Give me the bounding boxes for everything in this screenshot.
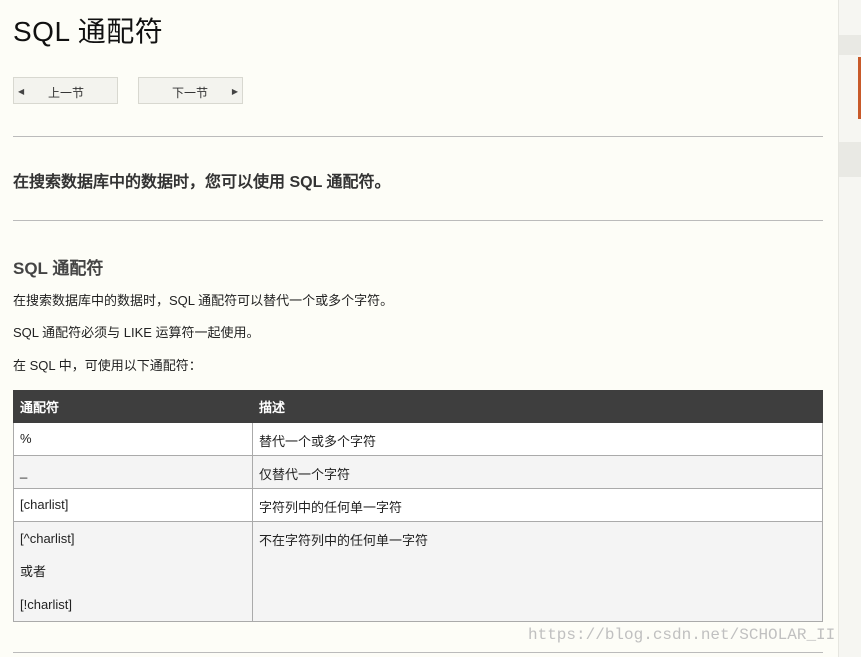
left-triangle-icon: ◀ [18, 87, 25, 96]
paragraph: SQL 通配符必须与 LIKE 运算符一起使用。 [13, 325, 260, 340]
table-row: % 替代一个或多个字符 [13, 422, 823, 456]
divider [13, 220, 823, 221]
column-header-wildcard: 通配符 [13, 390, 253, 423]
table-row: [charlist] 字符列中的任何单一字符 [13, 488, 823, 522]
wildcard-line: 或者 [20, 564, 47, 579]
wildcard-table: 通配符 描述 % 替代一个或多个字符 _ 仅替代一个字符 [charlist] … [13, 390, 823, 622]
intro-text: 在搜索数据库中的数据时，您可以使用 SQL 通配符。 [13, 174, 391, 191]
prev-section-button[interactable]: ◀ 上一节 [13, 77, 118, 104]
wildcard-cell: % [13, 422, 253, 456]
wildcard-cell: _ [13, 455, 253, 489]
description-cell: 不在字符列中的任何单一字符 [252, 521, 823, 622]
column-header-description: 描述 [252, 390, 823, 423]
table-row: [^charlist] 或者 [!charlist] 不在字符列中的任何单一字符 [13, 521, 823, 622]
watermark: https://blog.csdn.net/SCHOLAR_II [528, 626, 836, 644]
sidebar-block [839, 35, 861, 55]
right-triangle-icon: ▶ [231, 87, 238, 96]
wildcard-cell: [^charlist] 或者 [!charlist] [13, 521, 253, 622]
scrollbar[interactable] [838, 0, 861, 657]
description-cell: 替代一个或多个字符 [252, 422, 823, 456]
wildcard-line: [^charlist] [20, 531, 75, 546]
wildcard-cell: [charlist] [13, 488, 253, 522]
wildcard-line: [!charlist] [20, 597, 73, 612]
next-section-button[interactable]: 下一节 ▶ [138, 77, 243, 104]
page-title: SQL 通配符 [13, 16, 164, 47]
next-section-label: 下一节 [172, 86, 209, 100]
description-cell: 仅替代一个字符 [252, 455, 823, 489]
section-title: SQL 通配符 [13, 259, 104, 278]
description-cell: 字符列中的任何单一字符 [252, 488, 823, 522]
divider [13, 652, 823, 653]
sidebar-block [839, 142, 861, 177]
paragraph: 在搜索数据库中的数据时，SQL 通配符可以替代一个或多个字符。 [13, 293, 394, 308]
divider [13, 136, 823, 137]
table-header-row: 通配符 描述 [13, 390, 823, 423]
paragraph: 在 SQL 中，可使用以下通配符： [13, 358, 202, 373]
prev-section-label: 上一节 [48, 86, 85, 100]
table-row: _ 仅替代一个字符 [13, 455, 823, 489]
